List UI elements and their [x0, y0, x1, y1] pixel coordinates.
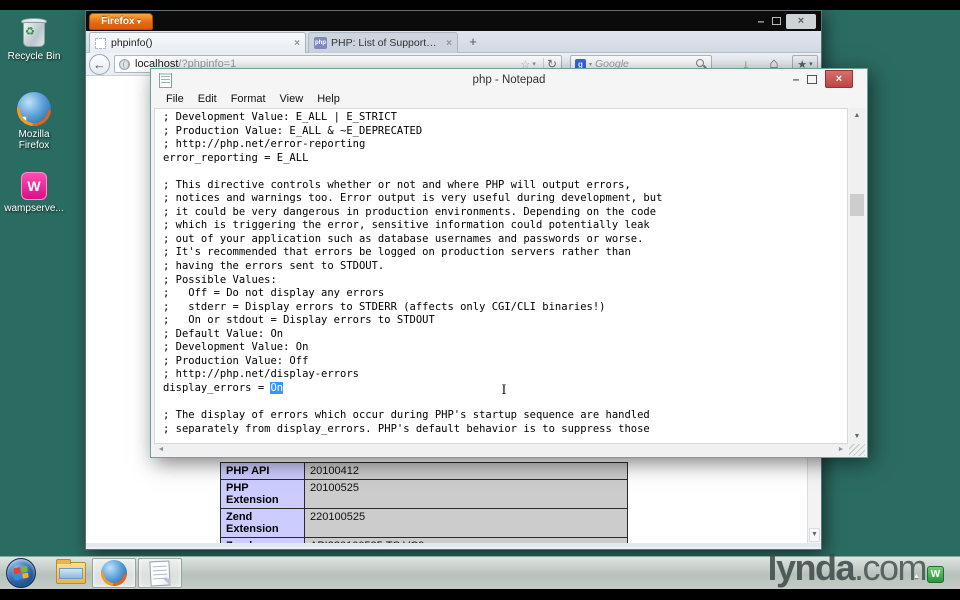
desktop-icon-recycle-bin[interactable]: ♻ Recycle Bin: [2, 16, 66, 62]
new-tab-button[interactable]: +: [462, 34, 484, 51]
tab-phpinfo[interactable]: phpinfo() ×: [89, 32, 306, 53]
wampserver-logo-icon: W: [21, 172, 47, 200]
notepad-line: ; Production Value: E_ALL & ~E_DEPRECATE…: [163, 125, 847, 139]
chevron-down-icon[interactable]: ▾: [589, 61, 592, 68]
letterbox-bottom: [0, 589, 960, 600]
window-title: php - Notepad: [473, 74, 546, 86]
notepad-line: ; http://php.net/error-reporting: [163, 138, 847, 152]
table-row: Zend Extension Build API220100525,TS,VC9: [221, 538, 628, 544]
notepad-menubar: File Edit Format View Help: [151, 92, 867, 108]
notepad-line: ; out of your application such as databa…: [163, 233, 847, 247]
firefox-titlebar: Firefox ▾ – ×: [86, 11, 821, 31]
chevron-down-icon: ▾: [137, 19, 141, 26]
table-row: PHP Extension 20100525: [221, 480, 628, 509]
close-button[interactable]: ×: [825, 70, 853, 88]
windows-logo-icon: [6, 558, 36, 588]
tab-php-timezones[interactable]: php PHP: List of Supported Timezones - .…: [308, 32, 458, 53]
scroll-up-icon[interactable]: ▲: [849, 108, 865, 123]
notepad-line: ; Development Value: On: [163, 341, 847, 355]
notepad-line: ; Default Value: On: [163, 328, 847, 342]
folder-icon: [56, 562, 86, 584]
lynda-watermark: lynda.com: [767, 549, 926, 587]
phpinfo-table: PHP API 20100412 PHP Extension 20100525 …: [220, 462, 628, 543]
blank-favicon-icon: [95, 38, 106, 49]
notepad-line: ; This directive controls whether or not…: [163, 179, 847, 193]
desktop-icon-wampserver[interactable]: W wampserve...: [2, 172, 66, 214]
notepad-line: ; Possible Values:: [163, 274, 847, 288]
tray-wampserver-icon[interactable]: W: [927, 566, 944, 583]
menu-format[interactable]: Format: [224, 92, 273, 108]
taskbar-notepad-button[interactable]: [138, 558, 182, 588]
notepad-line: ; it could be very dangerous in producti…: [163, 206, 847, 220]
notepad-line: ; On or stdout = Display errors to STDOU…: [163, 314, 847, 328]
notepad-titlebar[interactable]: php - Notepad – ×: [151, 69, 867, 92]
taskbar-firefox-button[interactable]: [92, 558, 136, 588]
notepad-line: ; separately from display_errors. PHP's …: [163, 423, 847, 437]
notepad-line: ; Production Value: Off: [163, 355, 847, 369]
notepad-line: ; having the errors sent to STDOUT.: [163, 260, 847, 274]
desktop-icon-label: wampserve...: [2, 203, 66, 214]
firefox-logo-icon: ↗: [17, 92, 51, 126]
notepad-line: ; stderr = Display errors to STDERR (aff…: [163, 301, 847, 315]
letterbox-top: [0, 0, 960, 10]
minimize-button[interactable]: –: [787, 74, 805, 84]
desktop: ♻ Recycle Bin ↗ Mozilla Firefox W wampse…: [0, 0, 960, 600]
menu-help[interactable]: Help: [310, 92, 347, 108]
selected-text: On: [270, 382, 283, 394]
firefox-logo-icon: [101, 560, 127, 586]
globe-icon: [119, 59, 130, 70]
chevron-down-icon: ▾: [809, 60, 813, 68]
recycle-bin-icon: ♻: [21, 16, 47, 48]
table-row: Zend Extension 220100525: [221, 509, 628, 538]
menu-file[interactable]: File: [159, 92, 191, 108]
firefox-app-menu-button[interactable]: Firefox ▾: [89, 13, 153, 30]
notepad-horizontal-scrollbar[interactable]: ◄ ►: [154, 444, 848, 456]
notepad-line: ; notices and warnings too. Error output…: [163, 192, 847, 206]
desktop-icon-label: Mozilla Firefox: [2, 129, 66, 151]
maximize-button[interactable]: [772, 17, 781, 25]
notepad-line: ; The display of errors which occur duri…: [163, 409, 847, 423]
notepad-line: error_reporting = E_ALL: [163, 152, 847, 166]
notepad-line: ; Development Value: E_ALL | E_STRICT: [163, 111, 847, 125]
notepad-line: ; It's recommended that errors be logged…: [163, 246, 847, 260]
tab-close-icon[interactable]: ×: [294, 38, 300, 49]
menu-view[interactable]: View: [273, 92, 311, 108]
notepad-line: ; which is triggering the error, sensiti…: [163, 219, 847, 233]
notepad-line: ; Off = Do not display any errors: [163, 287, 847, 301]
scroll-down-icon[interactable]: ▼: [849, 429, 865, 444]
text-cursor: I: [499, 383, 509, 398]
notepad-line: ; http://php.net/display-errors: [163, 368, 847, 382]
close-button[interactable]: ×: [786, 14, 816, 29]
back-button[interactable]: ←: [89, 54, 110, 75]
taskbar-explorer-button[interactable]: [52, 558, 90, 588]
scrollbar-thumb[interactable]: [850, 194, 864, 216]
scroll-right-icon[interactable]: ►: [834, 444, 848, 456]
table-row: PHP API 20100412: [221, 463, 628, 480]
menu-edit[interactable]: Edit: [191, 92, 224, 108]
notepad-window: php - Notepad – × File Edit Format View …: [150, 68, 868, 458]
recycle-symbol-icon: ♻: [25, 27, 35, 38]
desktop-icon-firefox[interactable]: ↗ Mozilla Firefox: [2, 92, 66, 151]
scroll-left-icon[interactable]: ◄: [154, 444, 168, 456]
start-button[interactable]: [4, 558, 38, 588]
notepad-icon: [149, 560, 170, 586]
notepad-line: [163, 165, 847, 179]
desktop-icon-label: Recycle Bin: [2, 51, 66, 62]
shortcut-arrow-icon: ↗: [17, 116, 27, 126]
scroll-down-icon[interactable]: ▼: [809, 528, 820, 542]
notepad-vertical-scrollbar[interactable]: ▲ ▼: [849, 108, 865, 444]
tab-close-icon[interactable]: ×: [446, 38, 452, 49]
minimize-button[interactable]: –: [752, 14, 770, 28]
maximize-button[interactable]: [807, 75, 817, 84]
notepad-app-icon: [159, 73, 172, 88]
chevron-down-icon[interactable]: ▾: [532, 60, 536, 68]
php-favicon-icon: php: [314, 37, 327, 49]
resize-grip[interactable]: [849, 444, 865, 456]
window-frame: [86, 543, 821, 547]
tab-bar: phpinfo() × php PHP: List of Supported T…: [86, 31, 821, 53]
